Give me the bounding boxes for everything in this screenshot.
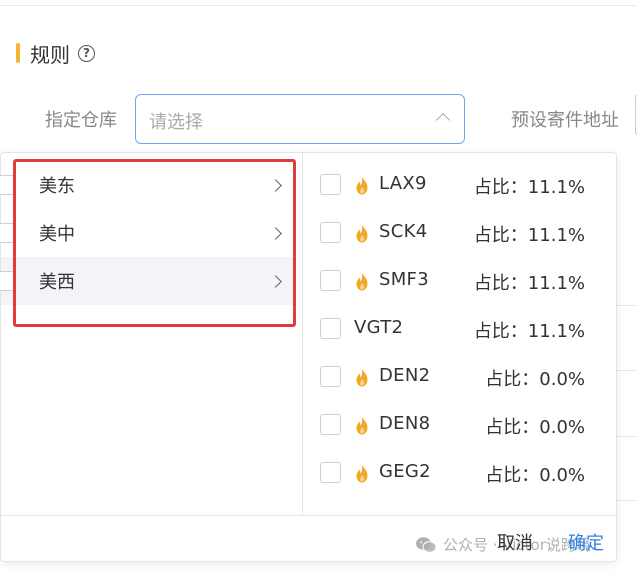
warehouse-checkbox[interactable] [320,222,341,243]
warehouse-item[interactable]: LAX9 占比：11.1% [303,161,603,209]
footer-divider [1,515,616,516]
warehouse-code: GEG2 [379,461,431,482]
warehouse-select-placeholder: 请选择 [149,112,203,133]
highlight-frame [13,159,296,327]
warehouse-item[interactable]: SMF3 占比：11.1% [303,257,603,305]
background-divider [615,370,637,371]
wechat-icon [416,536,437,553]
address-label: 预设寄件地址 [511,110,619,131]
background-divider [615,500,637,501]
chevron-up-icon [435,112,451,128]
warehouse-item[interactable]: SCK4 占比：11.1% [303,209,603,257]
flame-icon [356,272,368,291]
warehouse-label: 指定仓库 [45,110,117,131]
warehouse-ratio: 占比：11.1% [473,273,585,294]
warehouse-code: SCK4 [379,221,428,242]
flame-icon [356,464,368,483]
top-border [0,5,637,6]
background-divider [615,305,637,306]
warehouse-code: DEN8 [379,413,431,434]
warehouse-item[interactable]: DEN8 占比：0.0% [303,401,603,449]
section-title: 规则 [30,42,70,67]
warehouse-ratio: 占比：0.0% [485,417,585,438]
warehouse-checkbox[interactable] [320,366,341,387]
warehouse-checkbox[interactable] [320,174,341,195]
warehouse-checkbox[interactable] [320,318,341,339]
confirm-button[interactable]: 确定 [568,529,604,555]
help-icon[interactable]: ? [78,44,95,62]
background-divider [615,436,637,437]
warehouse-code: LAX9 [379,173,427,194]
cancel-button[interactable]: 取消 [497,529,533,555]
warehouse-ratio: 占比：11.1% [473,177,585,198]
warehouse-item[interactable]: VGT2 占比：11.1% [303,305,603,353]
warehouse-code: VGT2 [354,317,404,338]
section-header: 规则 ? [16,39,95,67]
warehouse-code: DEN2 [379,365,431,386]
warehouse-ratio: 占比：0.0% [485,465,585,486]
flame-icon [356,368,368,387]
warehouse-checkbox[interactable] [320,270,341,291]
warehouse-ratio: 占比：11.1% [473,321,585,342]
section-accent-bar [16,43,20,63]
warehouse-checkbox[interactable] [320,414,341,435]
warehouse-ratio: 占比：11.1% [473,225,585,246]
flame-icon [356,224,368,243]
warehouse-item[interactable]: GEG2 占比：0.0% [303,449,603,497]
flame-icon [356,176,368,195]
warehouse-item[interactable]: DEN2 占比：0.0% [303,353,603,401]
warehouse-checkbox[interactable] [320,462,341,483]
warehouse-code: SMF3 [379,269,429,290]
warehouse-select[interactable]: 请选择 [135,94,465,144]
flame-icon [356,416,368,435]
warehouse-ratio: 占比：0.0% [485,369,585,390]
